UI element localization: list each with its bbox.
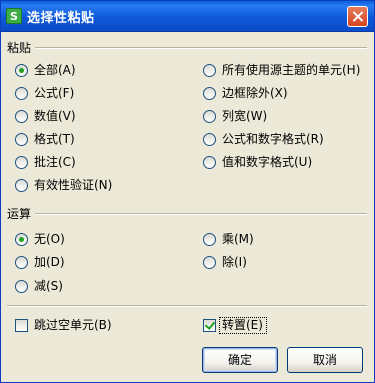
radio-button[interactable] xyxy=(15,133,28,146)
operation-group-label: 运算 xyxy=(7,207,32,221)
radio-button[interactable] xyxy=(203,110,216,123)
radio-label: 边框除外(X) xyxy=(222,86,288,100)
focus-indicator xyxy=(219,317,267,334)
radio-button[interactable] xyxy=(15,64,28,77)
radio-label: 数值(V) xyxy=(34,109,76,123)
radio-button[interactable] xyxy=(15,87,28,100)
wps-spreadsheet-icon: S xyxy=(6,8,22,24)
radio-label: 公式(F) xyxy=(34,86,75,100)
radio-button[interactable] xyxy=(203,64,216,77)
radio-label: 有效性验证(N) xyxy=(34,178,113,192)
radio-button[interactable] xyxy=(203,233,216,246)
radio-button[interactable] xyxy=(15,256,28,269)
radio-button[interactable] xyxy=(203,156,216,169)
radio-label: 乘(M) xyxy=(222,232,254,246)
radio-button[interactable] xyxy=(203,87,216,100)
radio-button[interactable] xyxy=(15,179,28,192)
radio-label: 无(O) xyxy=(34,232,65,246)
radio-label: 批注(C) xyxy=(34,155,76,169)
operation-group-divider xyxy=(35,213,367,215)
radio-label: 减(S) xyxy=(34,279,63,293)
radio-label: 列宽(W) xyxy=(222,109,268,123)
cancel-button[interactable]: 取消 xyxy=(287,347,363,373)
radio-label: 加(D) xyxy=(34,255,65,269)
radio-button[interactable] xyxy=(15,233,28,246)
radio-button[interactable] xyxy=(15,156,28,169)
radio-button[interactable] xyxy=(203,133,216,146)
ok-button[interactable]: 确定 xyxy=(202,347,278,373)
radio-button[interactable] xyxy=(15,110,28,123)
radio-button[interactable] xyxy=(203,256,216,269)
paste-group-label: 粘贴 xyxy=(7,41,32,55)
options-divider xyxy=(7,305,367,307)
radio-label: 格式(T) xyxy=(34,132,75,146)
checkbox[interactable] xyxy=(15,319,28,332)
paste-group-divider xyxy=(35,47,367,49)
title-bar[interactable]: S 选择性粘贴 xyxy=(1,1,374,32)
radio-label: 值和数字格式(U) xyxy=(222,155,313,169)
radio-label: 除(I) xyxy=(222,255,247,269)
checkbox-label: 跳过空单元(B) xyxy=(34,318,112,332)
close-icon[interactable] xyxy=(347,6,368,27)
radio-label: 公式和数字格式(R) xyxy=(222,132,324,146)
checkbox[interactable] xyxy=(203,319,216,332)
dialog-title: 选择性粘贴 xyxy=(27,11,95,26)
paste-special-dialog: S 选择性粘贴 粘贴 全部(A) 公式(F) 数值(V) 格式(T) 批注(C)… xyxy=(0,0,375,383)
radio-button[interactable] xyxy=(15,280,28,293)
radio-label: 全部(A) xyxy=(34,63,76,77)
radio-label: 所有使用源主题的单元(H) xyxy=(222,63,361,77)
